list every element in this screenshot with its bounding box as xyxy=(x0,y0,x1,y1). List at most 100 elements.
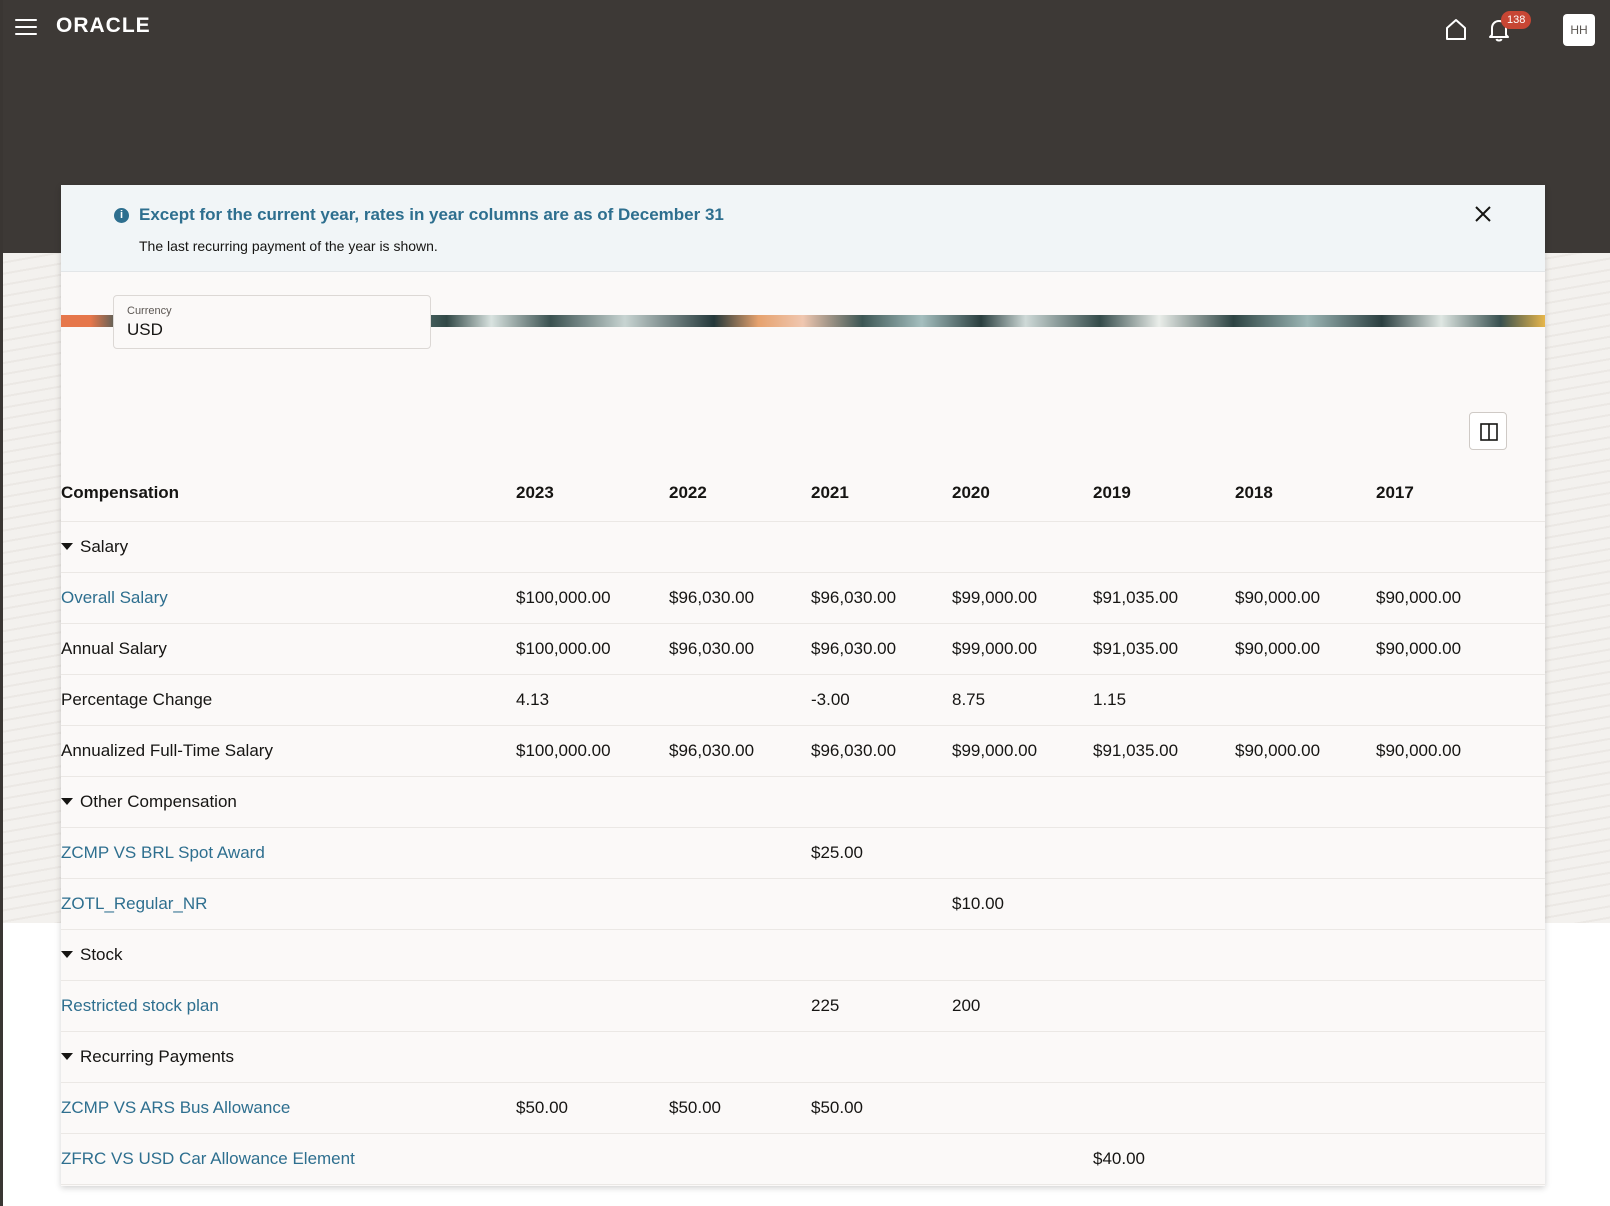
group-label: Salary xyxy=(80,536,129,556)
caret-down-icon[interactable] xyxy=(61,797,73,805)
table-cell xyxy=(669,980,811,1032)
row-label-link[interactable]: Overall Salary xyxy=(61,588,168,607)
table-cell: $91,035.00 xyxy=(1093,725,1235,777)
table-cell xyxy=(1093,878,1235,930)
table-cell: $25.00 xyxy=(811,827,952,879)
column-header-2020[interactable]: 2020 xyxy=(952,465,1093,522)
table-row: ZCMP VS ARS Bus Allowance $50.00 $50.00 … xyxy=(61,1082,1545,1134)
table-cell xyxy=(1376,1133,1545,1185)
column-header-2021[interactable]: 2021 xyxy=(811,465,952,522)
table-row: ZOTL_Regular_NR $10.00 xyxy=(61,878,1545,930)
table-cell: $99,000.00 xyxy=(952,572,1093,624)
column-header-2022[interactable]: 2022 xyxy=(669,465,811,522)
table-cell xyxy=(952,1082,1093,1134)
currency-value: USD xyxy=(127,320,163,339)
table-cell xyxy=(669,827,811,879)
compensation-history-panel: i Except for the current year, rates in … xyxy=(61,185,1545,1186)
info-message-banner: i Except for the current year, rates in … xyxy=(61,185,1545,272)
notification-count-badge: 138 xyxy=(1501,11,1532,29)
group-row-salary[interactable]: Salary xyxy=(61,521,1545,573)
table-cell: 4.13 xyxy=(516,674,669,726)
caret-down-icon[interactable] xyxy=(61,950,73,958)
table-cell: $10.00 xyxy=(952,878,1093,930)
table-cell xyxy=(1235,674,1376,726)
table-cell: $100,000.00 xyxy=(516,725,669,777)
table-row: Annual Salary $100,000.00 $96,030.00 $96… xyxy=(61,623,1545,675)
row-label: Annual Salary xyxy=(61,638,167,658)
column-header-compensation[interactable]: Compensation xyxy=(61,465,516,522)
banner-title: Except for the current year, rates in ye… xyxy=(139,205,724,224)
user-avatar[interactable]: HH xyxy=(1563,14,1595,46)
table-cell xyxy=(1376,827,1545,879)
table-cell: $90,000.00 xyxy=(1235,623,1376,675)
close-icon[interactable] xyxy=(1471,202,1495,226)
group-label: Other Compensation xyxy=(80,791,237,811)
table-row: Percentage Change 4.13 -3.00 8.75 1.15 xyxy=(61,674,1545,726)
banner-subtitle: The last recurring payment of the year i… xyxy=(139,238,438,254)
table-cell: $96,030.00 xyxy=(811,623,952,675)
table-row: ZCMP VS BRL Spot Award $25.00 xyxy=(61,827,1545,879)
columns-icon xyxy=(1480,423,1498,441)
table-cell xyxy=(516,827,669,879)
row-label: Annualized Full-Time Salary xyxy=(61,740,273,760)
group-row-other-compensation[interactable]: Other Compensation xyxy=(61,776,1545,828)
table-cell xyxy=(952,827,1093,879)
group-label: Stock xyxy=(80,944,123,964)
group-row-recurring-payments[interactable]: Recurring Payments xyxy=(61,1031,1545,1083)
columns-button[interactable] xyxy=(1469,412,1507,450)
table-cell xyxy=(669,878,811,930)
compensation-table: Compensation 2023 2022 2021 2020 2019 20… xyxy=(61,465,1545,1185)
column-header-2018[interactable]: 2018 xyxy=(1235,465,1376,522)
currency-label: Currency xyxy=(127,305,172,317)
caret-down-icon[interactable] xyxy=(61,542,73,550)
table-cell: $90,000.00 xyxy=(1235,725,1376,777)
table-cell: $100,000.00 xyxy=(516,572,669,624)
table-cell xyxy=(1376,1082,1545,1134)
table-cell xyxy=(1376,878,1545,930)
group-label: Recurring Payments xyxy=(80,1046,235,1066)
row-label-link[interactable]: ZCMP VS ARS Bus Allowance xyxy=(61,1098,290,1117)
currency-select[interactable]: Currency USD xyxy=(113,295,431,349)
group-row-stock[interactable]: Stock xyxy=(61,929,1545,981)
table-cell: $90,000.00 xyxy=(1376,725,1545,777)
table-cell xyxy=(1093,980,1235,1032)
table-cell: $100,000.00 xyxy=(516,623,669,675)
table-cell xyxy=(1235,1082,1376,1134)
table-cell: $90,000.00 xyxy=(1235,572,1376,624)
table-cell: $40.00 xyxy=(1093,1133,1235,1185)
row-label-link[interactable]: ZFRC VS USD Car Allowance Element xyxy=(61,1149,355,1168)
table-cell: $96,030.00 xyxy=(669,725,811,777)
row-label-link[interactable]: Restricted stock plan xyxy=(61,996,219,1015)
home-icon[interactable] xyxy=(1443,16,1469,42)
table-cell: $96,030.00 xyxy=(669,623,811,675)
info-icon: i xyxy=(114,208,129,223)
table-cell: $50.00 xyxy=(669,1082,811,1134)
notifications-button[interactable]: 138 xyxy=(1487,11,1532,44)
row-label: Percentage Change xyxy=(61,689,213,709)
table-cell: -3.00 xyxy=(811,674,952,726)
table-cell: $96,030.00 xyxy=(811,725,952,777)
table-cell xyxy=(811,878,952,930)
table-row: Overall Salary $100,000.00 $96,030.00 $9… xyxy=(61,572,1545,624)
table-cell: $90,000.00 xyxy=(1376,623,1545,675)
table-cell xyxy=(952,1133,1093,1185)
hamburger-menu-icon[interactable] xyxy=(15,19,37,37)
table-cell xyxy=(1093,827,1235,879)
oracle-logo[interactable]: ORACLE xyxy=(56,14,151,38)
table-cell xyxy=(516,1133,669,1185)
table-cell: $50.00 xyxy=(516,1082,669,1134)
row-label-link[interactable]: ZCMP VS BRL Spot Award xyxy=(61,843,265,862)
column-header-2023[interactable]: 2023 xyxy=(516,465,669,522)
column-header-2019[interactable]: 2019 xyxy=(1093,465,1235,522)
row-label-link[interactable]: ZOTL_Regular_NR xyxy=(61,894,207,913)
caret-down-icon[interactable] xyxy=(61,1052,73,1060)
table-cell: 8.75 xyxy=(952,674,1093,726)
table-cell: 200 xyxy=(952,980,1093,1032)
table-cell xyxy=(669,1133,811,1185)
table-row: Restricted stock plan 225 200 xyxy=(61,980,1545,1032)
table-cell: 225 xyxy=(811,980,952,1032)
column-header-2017[interactable]: 2017 xyxy=(1376,465,1545,522)
table-cell xyxy=(516,878,669,930)
table-cell: $91,035.00 xyxy=(1093,572,1235,624)
table-cell xyxy=(1376,980,1545,1032)
